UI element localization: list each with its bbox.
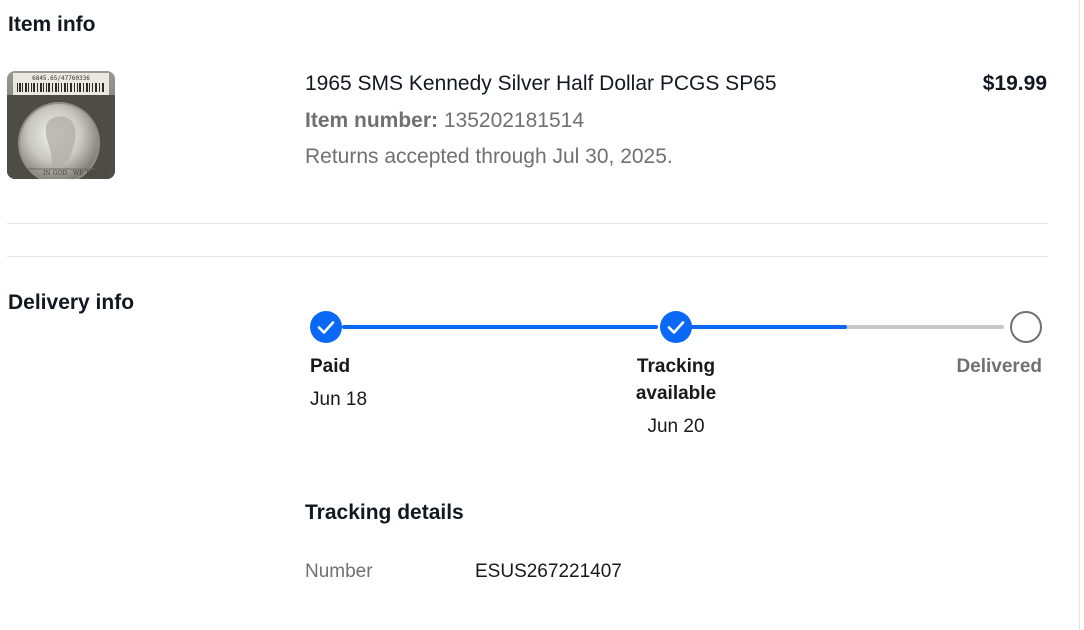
item-number-value: 135202181514 — [443, 109, 585, 132]
tracking-number-label: Number — [305, 561, 373, 582]
step-label-tracking-line1: Tracking — [636, 356, 716, 377]
tracking-details-heading: Tracking details — [305, 501, 464, 524]
step-paid-check-icon — [310, 311, 342, 343]
step-label-paid: Paid — [310, 356, 351, 377]
scrollbar-edge — [1079, 0, 1080, 630]
item-price: $19.99 — [982, 72, 1047, 95]
delivery-info-heading: Delivery info — [8, 291, 135, 314]
divider — [7, 256, 1048, 257]
coin-image-icon: 6845.65/47760336 IN GOD WE TRUST — [7, 71, 115, 179]
step-label-tracking-line2: available — [635, 383, 717, 404]
svg-text:WE TRUST: WE TRUST — [73, 170, 107, 177]
item-number-row: Item number: 135202181514 — [305, 109, 584, 133]
item-title-link[interactable]: 1965 SMS Kennedy Silver Half Dollar PCGS… — [305, 72, 777, 96]
svg-text:IN GOD: IN GOD — [43, 170, 67, 177]
tracking-number-value[interactable]: ESUS267221407 — [475, 561, 622, 583]
item-number-label: Item number: — [305, 109, 439, 132]
step-label-delivered: Delivered — [956, 356, 1042, 377]
step-delivered-circle-icon — [1010, 311, 1042, 343]
progress-segment-filled — [690, 325, 847, 329]
step-tracking-check-icon — [660, 311, 692, 343]
item-thumbnail[interactable]: 6845.65/47760336 IN GOD WE TRUST — [7, 71, 115, 179]
step-date-paid: Jun 18 — [310, 389, 368, 410]
slab-label: 6845.65/47760336 — [32, 75, 90, 82]
divider — [7, 223, 1048, 224]
step-label-tracking: Tracking available — [616, 353, 736, 407]
order-details-page: Item info 6845.65/47760336 IN GOD WE TRU… — [0, 0, 1084, 630]
step-date-tracking: Jun 20 — [647, 416, 705, 437]
progress-segment-paid-tracking — [342, 325, 658, 329]
returns-text: Returns accepted through Jul 30, 2025. — [305, 145, 673, 168]
item-info-heading: Item info — [8, 13, 96, 36]
